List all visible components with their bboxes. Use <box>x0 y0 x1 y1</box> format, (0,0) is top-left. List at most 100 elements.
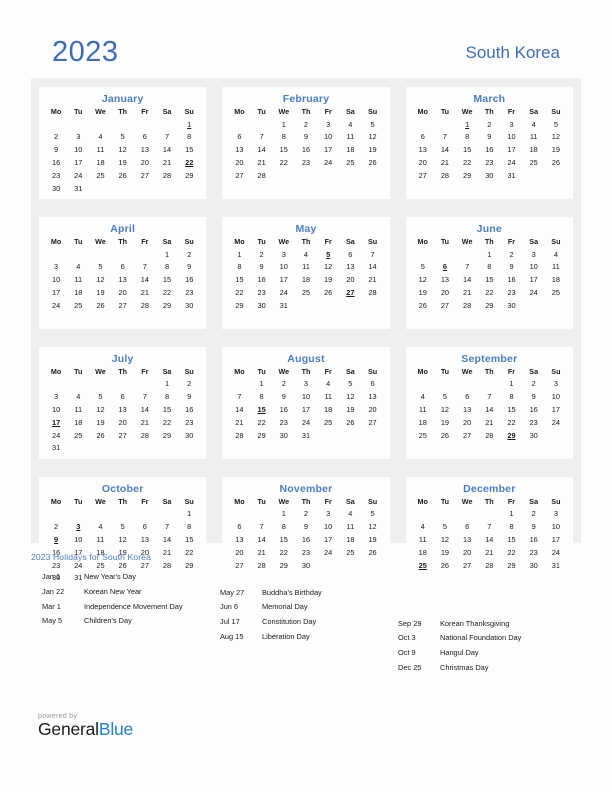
day-cell[interactable]: 14 <box>251 533 273 546</box>
day-cell[interactable]: 4 <box>545 248 567 261</box>
day-cell[interactable]: 5 <box>112 131 134 144</box>
day-cell[interactable]: 24 <box>45 429 67 442</box>
day-cell[interactable]: 8 <box>273 131 295 144</box>
day-cell[interactable]: 21 <box>434 157 456 170</box>
day-cell[interactable]: 19 <box>339 404 361 417</box>
day-cell[interactable]: 13 <box>412 144 434 157</box>
day-cell[interactable]: 11 <box>67 404 89 417</box>
day-cell[interactable]: 13 <box>228 533 250 546</box>
day-cell[interactable]: 16 <box>273 404 295 417</box>
day-cell[interactable]: 16 <box>500 274 522 287</box>
day-cell[interactable]: 29 <box>456 169 478 182</box>
day-cell[interactable]: 8 <box>178 521 200 534</box>
day-cell[interactable]: 19 <box>412 286 434 299</box>
day-cell[interactable]: 1 <box>156 378 178 391</box>
day-cell[interactable]: 4 <box>295 248 317 261</box>
day-cell[interactable]: 29 <box>228 299 250 312</box>
day-cell[interactable]: 22 <box>500 416 522 429</box>
day-cell[interactable]: 17 <box>500 144 522 157</box>
day-cell[interactable]: 7 <box>251 131 273 144</box>
day-cell[interactable]: 21 <box>134 286 156 299</box>
day-cell[interactable]: 31 <box>67 182 89 195</box>
day-cell[interactable]: 25 <box>67 299 89 312</box>
day-cell[interactable]: 5 <box>89 391 111 404</box>
day-cell[interactable]: 23 <box>273 416 295 429</box>
day-cell[interactable]: 25 <box>339 157 361 170</box>
day-cell[interactable]: 22 <box>478 286 500 299</box>
day-cell[interactable]: 2 <box>295 118 317 131</box>
day-cell[interactable]: 7 <box>156 521 178 534</box>
day-cell[interactable]: 19 <box>545 144 567 157</box>
day-cell[interactable]: 12 <box>434 404 456 417</box>
day-cell[interactable]: 14 <box>134 274 156 287</box>
day-cell[interactable]: 27 <box>228 169 250 182</box>
day-cell[interactable]: 10 <box>317 521 339 534</box>
day-cell[interactable]: 16 <box>478 144 500 157</box>
day-cell[interactable]: 26 <box>434 429 456 442</box>
day-cell[interactable]: 3 <box>295 378 317 391</box>
day-cell[interactable]: 17 <box>45 286 67 299</box>
day-cell[interactable]: 17 <box>317 144 339 157</box>
day-cell[interactable]: 2 <box>251 248 273 261</box>
day-cell[interactable]: 2 <box>178 378 200 391</box>
day-cell[interactable]: 10 <box>45 404 67 417</box>
day-cell[interactable]: 3 <box>67 131 89 144</box>
day-cell[interactable]: 20 <box>134 157 156 170</box>
day-cell[interactable]: 26 <box>412 299 434 312</box>
day-cell[interactable]: 7 <box>434 131 456 144</box>
day-cell[interactable]: 6 <box>112 391 134 404</box>
day-cell[interactable]: 8 <box>478 261 500 274</box>
day-cell[interactable]: 19 <box>361 533 383 546</box>
day-cell[interactable]: 4 <box>523 118 545 131</box>
day-cell[interactable]: 4 <box>412 391 434 404</box>
day-cell[interactable]: 16 <box>45 157 67 170</box>
day-cell[interactable]: 6 <box>228 131 250 144</box>
day-cell[interactable]: 26 <box>339 416 361 429</box>
day-cell-holiday[interactable]: 29 <box>500 429 522 442</box>
day-cell[interactable]: 17 <box>523 274 545 287</box>
day-cell[interactable]: 1 <box>251 378 273 391</box>
day-cell[interactable]: 23 <box>478 157 500 170</box>
day-cell[interactable]: 13 <box>228 144 250 157</box>
day-cell[interactable]: 29 <box>178 169 200 182</box>
day-cell[interactable]: 11 <box>317 391 339 404</box>
day-cell[interactable]: 19 <box>112 157 134 170</box>
day-cell[interactable]: 12 <box>361 521 383 534</box>
day-cell-holiday[interactable]: 1 <box>178 118 200 131</box>
day-cell[interactable]: 8 <box>273 521 295 534</box>
day-cell[interactable]: 4 <box>339 118 361 131</box>
day-cell[interactable]: 7 <box>134 391 156 404</box>
day-cell[interactable]: 5 <box>112 521 134 534</box>
day-cell[interactable]: 31 <box>295 429 317 442</box>
day-cell[interactable]: 14 <box>156 144 178 157</box>
day-cell[interactable]: 5 <box>89 261 111 274</box>
day-cell[interactable]: 21 <box>478 416 500 429</box>
day-cell[interactable]: 14 <box>434 144 456 157</box>
day-cell[interactable]: 13 <box>134 144 156 157</box>
day-cell[interactable]: 3 <box>45 261 67 274</box>
day-cell[interactable]: 13 <box>361 391 383 404</box>
day-cell[interactable]: 3 <box>45 391 67 404</box>
day-cell[interactable]: 20 <box>339 274 361 287</box>
day-cell[interactable]: 17 <box>545 404 567 417</box>
day-cell[interactable]: 18 <box>67 286 89 299</box>
day-cell[interactable]: 8 <box>156 391 178 404</box>
day-cell[interactable]: 4 <box>67 391 89 404</box>
day-cell[interactable]: 24 <box>317 157 339 170</box>
day-cell[interactable]: 20 <box>361 404 383 417</box>
day-cell[interactable]: 15 <box>478 274 500 287</box>
day-cell[interactable]: 27 <box>434 299 456 312</box>
day-cell[interactable]: 30 <box>273 429 295 442</box>
day-cell-holiday[interactable]: 5 <box>317 248 339 261</box>
day-cell[interactable]: 2 <box>523 508 545 521</box>
day-cell[interactable]: 28 <box>134 299 156 312</box>
day-cell[interactable]: 23 <box>500 286 522 299</box>
day-cell[interactable]: 10 <box>45 274 67 287</box>
day-cell[interactable]: 21 <box>456 286 478 299</box>
day-cell-holiday[interactable]: 22 <box>178 157 200 170</box>
day-cell[interactable]: 19 <box>434 416 456 429</box>
day-cell[interactable]: 5 <box>361 118 383 131</box>
day-cell[interactable]: 4 <box>89 131 111 144</box>
day-cell[interactable]: 15 <box>273 144 295 157</box>
day-cell[interactable]: 30 <box>523 429 545 442</box>
